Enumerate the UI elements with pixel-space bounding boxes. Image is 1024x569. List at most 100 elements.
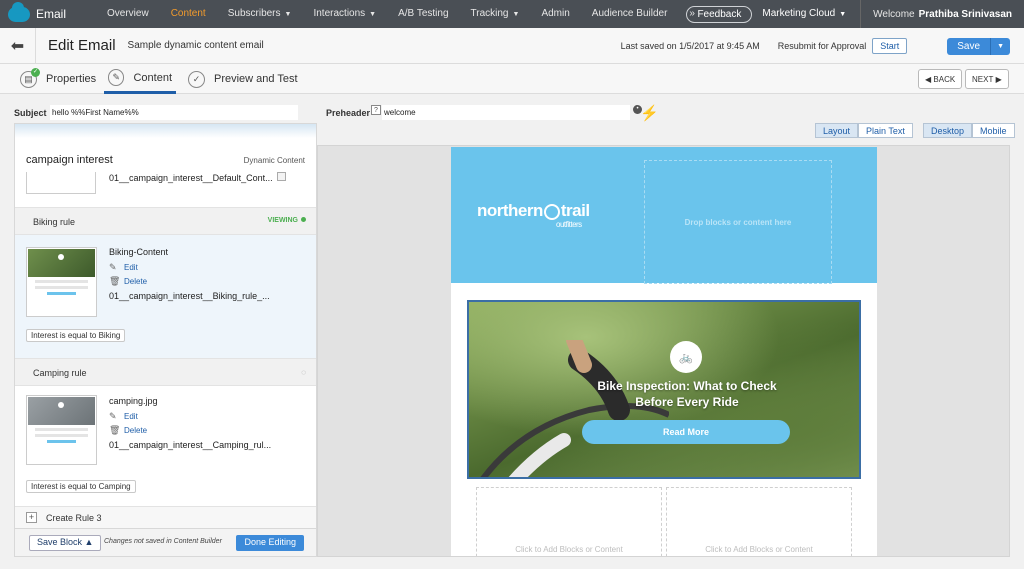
nav-item-label: Interactions: [313, 8, 366, 19]
properties-icon: ▤ ✓: [20, 67, 40, 88]
tab-properties[interactable]: ▤ ✓ Properties: [20, 64, 96, 94]
subject-input[interactable]: hello %%First Name%%: [50, 105, 298, 120]
lightning-icon[interactable]: ⚡: [640, 104, 659, 122]
nav-item-label: A/B Testing: [398, 8, 449, 19]
edit-link[interactable]: ✎ Edit: [109, 262, 138, 273]
welcome-label: Welcome: [873, 8, 915, 20]
nav-item-interactions[interactable]: Interactions ▼: [302, 0, 387, 28]
back-arrow-icon[interactable]: ⬅: [0, 27, 36, 64]
done-editing-button[interactable]: Done Editing: [236, 535, 304, 551]
app-name: Email: [36, 7, 67, 21]
pencil-icon: ✎: [108, 69, 125, 86]
chevron-down-icon[interactable]: ▼: [990, 37, 1010, 55]
document-icon[interactable]: [277, 172, 286, 181]
next-button[interactable]: NEXT ▶: [965, 69, 1009, 89]
marketing-cloud-menu[interactable]: Marketing Cloud ▼: [762, 0, 862, 28]
rule-condition[interactable]: Interest is equal to Camping: [26, 480, 136, 493]
feedback-button[interactable]: Feedback: [686, 5, 753, 23]
check-icon: ✓: [31, 67, 40, 77]
next-label: NEXT: [972, 74, 994, 84]
save-label: Save: [957, 40, 981, 52]
desktop-toggle[interactable]: Desktop: [923, 123, 973, 138]
app-brand[interactable]: Email: [0, 1, 96, 22]
top-navigation: Email Overview Content Subscribers ▼ Interac…: [0, 0, 1024, 28]
nav-item-overview[interactable]: Overview: [96, 0, 160, 28]
tab-content[interactable]: ✎ Content: [104, 64, 176, 94]
viewing-badge: VIEWING: [268, 217, 306, 224]
preheader-input[interactable]: welcome: [382, 105, 630, 120]
start-button[interactable]: Start: [872, 38, 908, 54]
rule-condition[interactable]: Interest is equal to Biking: [26, 329, 126, 342]
brand-logo: northern trail outfitters: [477, 201, 590, 229]
device-toggle-group: Desktop Mobile: [923, 123, 1015, 138]
mobile-toggle[interactable]: Mobile: [972, 123, 1015, 138]
header-band[interactable]: northern trail outfitters Drop blocks or …: [451, 147, 877, 284]
panel-title: campaign interest: [26, 154, 113, 166]
trash-icon: 🗑: [109, 425, 121, 435]
save-block-label: Save Block: [37, 537, 83, 547]
tab-preview-label: Preview and Test: [214, 73, 298, 85]
check-circle-icon: ✓: [188, 70, 205, 88]
thumbnail-line: [35, 434, 88, 437]
chevron-down-icon: ▼: [512, 11, 520, 18]
nav-item-a-b-testing[interactable]: A/B Testing: [387, 0, 459, 28]
thumbnail-line: [35, 286, 88, 289]
help-icon[interactable]: ?: [371, 105, 381, 115]
step-tabs: ▤ ✓ Properties ✎ Content ✓ Preview and Te…: [0, 64, 1024, 94]
nav-right: Feedback Marketing Cloud ▼ Welcome Prathib…: [686, 0, 1024, 28]
add-blocks-zone[interactable]: Click to Add Blocks or Content: [476, 487, 662, 556]
logo-text: northern: [477, 201, 543, 220]
back-button[interactable]: ◀ BACK: [918, 69, 963, 89]
layout-toggle[interactable]: Layout: [815, 123, 859, 138]
salesforce-cloud-icon: [8, 1, 30, 22]
title-bar: ⬅ Edit Email Sample dynamic content emai…: [0, 27, 1024, 64]
create-rule-row[interactable]: + Create Rule 3: [15, 506, 316, 528]
drop-zone[interactable]: Drop blocks or content here: [644, 160, 832, 284]
save-block-button[interactable]: Save Block ▲: [29, 535, 102, 551]
rule-body-camping: camping.jpg ✎ Edit 🗑 Delete 01__campaign_i…: [15, 386, 316, 506]
create-rule-label: Create Rule 3: [46, 513, 102, 523]
nav-item-content[interactable]: Content: [160, 0, 217, 28]
preheader-label: Preheader: [326, 108, 371, 118]
tab-content-label: Content: [133, 71, 172, 84]
plain-text-toggle[interactable]: Plain Text: [858, 123, 913, 138]
save-button[interactable]: Save ▼: [947, 37, 1010, 55]
delete-label: Delete: [124, 277, 148, 286]
rule-header-biking[interactable]: Biking rule VIEWING: [15, 207, 316, 235]
tab-preview[interactable]: ✓ Preview and Test: [188, 64, 298, 94]
hero-title: Bike Inspection: What to Check Before Ev…: [597, 379, 777, 409]
thumbnail-image: [28, 249, 95, 277]
dynamic-content-block[interactable]: 🚲 Bike Inspection: What to Check Before …: [467, 300, 861, 479]
nav-item-audience-builder[interactable]: Audience Builder: [581, 0, 679, 28]
rule-name: Biking rule: [33, 217, 76, 227]
logo-subtext: outfitters: [556, 220, 582, 229]
delete-link[interactable]: 🗑 Delete: [109, 276, 147, 287]
caret-left-icon: ◀: [925, 74, 932, 84]
add-blocks-zone[interactable]: Click to Add Blocks or Content: [666, 487, 852, 556]
nav-item-tracking[interactable]: Tracking ▼: [460, 0, 531, 28]
nav-item-subscribers[interactable]: Subscribers ▼: [217, 0, 303, 28]
nav-item-admin[interactable]: Admin: [530, 0, 580, 28]
chevron-down-icon: ▼: [839, 11, 847, 18]
title-actions: Last saved on 1/5/2017 at 9:45 AM Resubm…: [621, 28, 1010, 64]
marketing-cloud-label: Marketing Cloud: [762, 8, 836, 19]
rule-file: 01__campaign_interest__Biking_rule_...: [109, 291, 270, 301]
nav-item-label: Audience Builder: [591, 8, 668, 19]
rule-header-camping[interactable]: Camping rule ◌: [15, 358, 316, 386]
nav-item-label: Content: [170, 8, 206, 19]
thumbnail-image: [28, 397, 95, 425]
nav-item-label: Tracking: [470, 8, 509, 19]
default-thumbnail[interactable]: [26, 172, 96, 194]
rule-thumbnail[interactable]: [26, 247, 97, 317]
panel-top-edge: [15, 124, 316, 138]
rule-thumbnail[interactable]: [26, 395, 97, 465]
nav-item-label: Admin: [541, 8, 570, 19]
edit-link[interactable]: ✎ Edit: [109, 411, 138, 422]
read-more-button[interactable]: Read More: [582, 420, 790, 444]
user-menu[interactable]: Welcome Prathiba Srinivasan: [861, 9, 1024, 20]
back-label: BACK: [933, 74, 956, 84]
nav-item-label: Subscribers: [227, 8, 281, 19]
delete-label: Delete: [124, 426, 148, 435]
delete-link[interactable]: 🗑 Delete: [109, 425, 147, 436]
chevron-down-icon: ▼: [284, 11, 292, 18]
